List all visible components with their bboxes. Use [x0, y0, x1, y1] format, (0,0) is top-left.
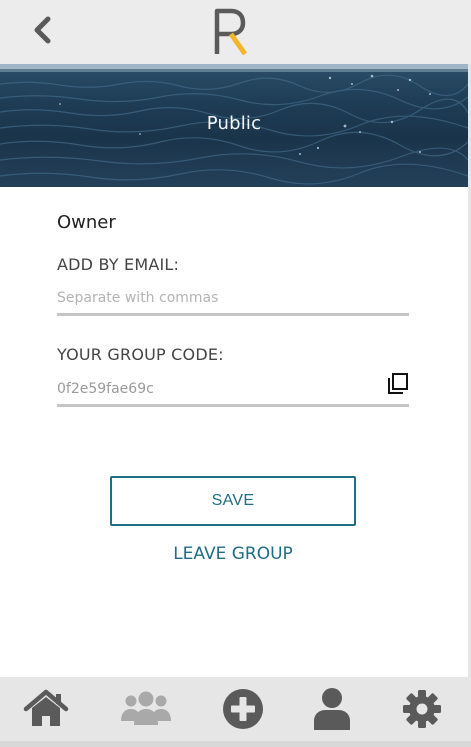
nav-home[interactable]	[16, 685, 76, 733]
group-icon	[121, 691, 171, 725]
user-icon	[314, 688, 350, 730]
nav-add[interactable]	[213, 685, 273, 733]
app-logo	[212, 6, 252, 58]
add-circle-icon	[223, 689, 263, 729]
save-button[interactable]: SAVE	[110, 476, 356, 526]
group-settings-screen: Public Owner ADD BY EMAIL: YOUR GROUP CO…	[0, 0, 471, 747]
chevron-left-icon	[34, 16, 51, 44]
bottom-edge	[0, 741, 471, 747]
group-code-field	[57, 373, 409, 407]
top-header	[0, 0, 471, 64]
group-code-input[interactable]	[57, 376, 377, 402]
copy-icon	[388, 373, 408, 394]
group-banner: Public	[0, 64, 468, 187]
copy-code-button[interactable]	[387, 372, 409, 396]
settings-icon	[403, 690, 441, 728]
member-role: Owner	[57, 212, 116, 233]
back-button[interactable]	[26, 12, 58, 48]
home-icon	[23, 689, 69, 726]
nav-profile[interactable]	[302, 685, 362, 733]
nav-settings[interactable]	[392, 685, 452, 733]
leave-group-button[interactable]: LEAVE GROUP	[110, 544, 356, 564]
add-by-email-field	[57, 285, 409, 316]
bottom-nav	[0, 677, 471, 741]
nav-groups[interactable]	[116, 685, 176, 733]
email-input[interactable]	[57, 285, 377, 311]
group-name: Public	[206, 113, 262, 134]
add-by-email-label: ADD BY EMAIL:	[57, 255, 180, 274]
group-code-label: YOUR GROUP CODE:	[57, 345, 224, 364]
